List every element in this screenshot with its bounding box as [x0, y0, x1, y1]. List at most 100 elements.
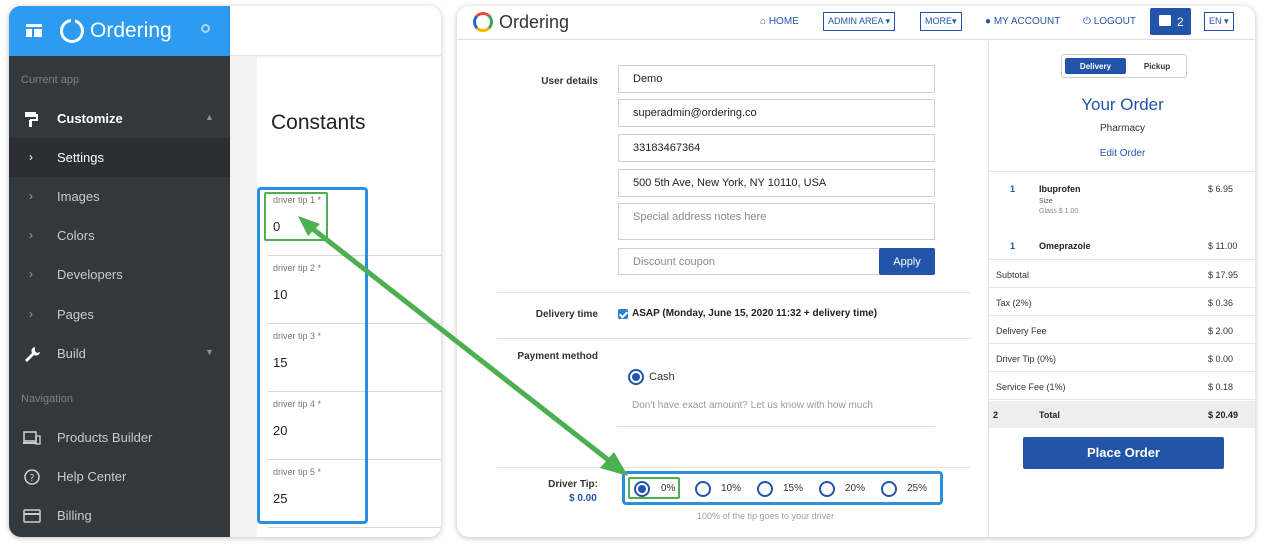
logout-link[interactable]: ⏻ LOGOUT — [1083, 16, 1136, 27]
sidebar-item-images[interactable]: › Images — [9, 177, 230, 216]
admin-area-dropdown[interactable]: ADMIN AREA ▾ — [823, 12, 896, 31]
brand-name[interactable]: Ordering — [499, 12, 569, 33]
more-dropdown[interactable]: MORE▾ — [920, 12, 962, 31]
summary-label: Subtotal — [996, 270, 1030, 280]
phone-input[interactable]: 33183467364 — [618, 134, 935, 162]
caret-down-icon: ▾ — [952, 16, 957, 26]
sidebar-brand: Ordering — [90, 19, 172, 42]
pickup-tab[interactable]: Pickup — [1130, 58, 1184, 74]
payment-method-label: Payment method — [517, 351, 598, 362]
sidebar-item-label: Products Builder — [57, 430, 153, 445]
sidebar-item-developers[interactable]: › Developers — [9, 255, 230, 294]
asap-checkbox[interactable] — [618, 309, 628, 319]
checkout-form: User details Demo superadmin@ordering.co… — [457, 41, 987, 537]
constants-topbar — [230, 6, 441, 56]
chevron-right-icon: › — [29, 267, 33, 281]
summary-label: Delivery Fee — [996, 326, 1047, 336]
driver-tip-label: Driver Tip: — [548, 479, 598, 490]
page-title: Constants — [271, 111, 366, 134]
sidebar-item-help-center[interactable]: ? Help Center — [9, 457, 230, 496]
summary-row-subtotal: Subtotal $ 17.95 — [989, 260, 1255, 288]
email-input[interactable]: superadmin@ordering.co — [618, 99, 935, 127]
chevron-right-icon: › — [29, 228, 33, 242]
caret-down-icon: ▾ — [1224, 16, 1229, 26]
admin-area-label: ADMIN AREA — [828, 16, 884, 26]
summary-value: $ 0.00 — [1208, 354, 1234, 364]
divider — [989, 171, 1255, 172]
home-link[interactable]: ⌂ HOME — [760, 16, 799, 27]
menu-grid-icon[interactable] — [26, 24, 42, 37]
chevron-right-icon: › — [29, 307, 33, 321]
constants-gutter — [230, 57, 257, 537]
delivery-time-label: Delivery time — [535, 309, 598, 320]
paint-roller-icon — [25, 112, 38, 127]
summary-label: Tax (2%) — [996, 298, 1032, 308]
item-quantity: 1 — [1010, 184, 1016, 194]
stage: Ordering Current app Customize ▲ › Setti… — [0, 0, 1264, 549]
discount-coupon-input[interactable]: Discount coupon — [618, 248, 880, 275]
sidebar-item-colors[interactable]: › Colors — [9, 216, 230, 255]
address-input[interactable]: 500 5th Ave, New York, NY 10110, USA — [618, 169, 935, 197]
cart-button[interactable]: 2 — [1150, 8, 1191, 35]
divider — [497, 292, 971, 293]
wrench-icon — [25, 347, 40, 362]
home-label: HOME — [768, 16, 799, 27]
my-account-link[interactable]: ● MY ACCOUNT — [985, 16, 1060, 27]
sidebar-item-billing[interactable]: Billing — [9, 496, 230, 535]
user-details-label: User details — [541, 76, 598, 87]
annotation-tip1-highlight — [264, 192, 328, 241]
delivery-tab[interactable]: Delivery — [1065, 58, 1126, 74]
sidebar-item-products-builder[interactable]: Products Builder — [9, 418, 230, 457]
sidebar-item-label: Settings — [57, 150, 104, 165]
sidebar-item-build[interactable]: Build ▼ — [9, 334, 230, 373]
summary-value: $ 0.18 — [1208, 382, 1234, 392]
item-name: Ibuprofen — [1039, 184, 1081, 194]
order-summary: Delivery Pickup Your Order Pharmacy Edit… — [988, 41, 1255, 537]
divider — [497, 467, 971, 468]
sidebar: Ordering Current app Customize ▲ › Setti… — [9, 6, 230, 537]
summary-label: Driver Tip (0%) — [996, 354, 1057, 364]
delivery-time-value: ASAP (Monday, June 15, 2020 11:32 + deli… — [632, 308, 878, 319]
place-order-button[interactable]: Place Order — [1023, 437, 1224, 469]
caret-down-icon: ▾ — [885, 16, 891, 26]
top-navigation: Ordering ⌂ HOME ADMIN AREA ▾ MORE▾ ● MY … — [457, 6, 1255, 40]
address-notes-textarea[interactable]: Special address notes here — [618, 203, 935, 240]
apply-coupon-button[interactable]: Apply — [879, 248, 935, 275]
sidebar-item-label: Pages — [57, 307, 94, 322]
sidebar-item-label: Help Center — [57, 469, 127, 484]
store-name: Pharmacy — [1099, 123, 1145, 134]
status-dot-icon — [201, 24, 210, 33]
sidebar-item-label: Billing — [57, 508, 92, 523]
cash-label: Cash — [649, 371, 675, 383]
item-price: $ 11.00 — [1208, 241, 1238, 251]
sidebar-item-pages[interactable]: › Pages — [9, 295, 230, 334]
home-icon: ⌂ — [760, 16, 767, 27]
summary-row-delivery-fee: Delivery Fee $ 2.00 — [989, 316, 1255, 344]
summary-row-total: 2 Total $ 20.49 — [989, 401, 1255, 428]
chevron-down-icon: ▼ — [205, 347, 214, 357]
edit-order-link[interactable]: Edit Order — [989, 148, 1255, 159]
logout-label: LOGOUT — [1093, 16, 1136, 27]
language-dropdown[interactable]: EN ▾ — [1204, 12, 1234, 31]
total-value: $ 20.49 — [1208, 410, 1239, 420]
svg-text:?: ? — [29, 473, 34, 484]
sidebar-item-settings[interactable]: › Settings — [9, 138, 230, 177]
name-input[interactable]: Demo — [618, 65, 935, 93]
item-option: Glass $ 1.00 — [1039, 208, 1079, 215]
item-quantity: 1 — [1010, 241, 1016, 251]
chevron-up-icon: ▲ — [205, 112, 214, 122]
cash-radio[interactable] — [628, 369, 644, 385]
admin-panel: Ordering Current app Customize ▲ › Setti… — [9, 6, 441, 537]
summary-value: $ 17.95 — [1208, 270, 1239, 280]
sidebar-item-label: Build — [57, 346, 86, 361]
sidebar-item-label: Images — [57, 189, 100, 204]
shopping-bag-icon — [1159, 15, 1171, 26]
chevron-right-icon: › — [29, 189, 33, 203]
more-label: MORE — [925, 16, 952, 26]
sidebar-item-customize[interactable]: Customize ▲ — [9, 99, 230, 138]
tip-note: 100% of the tip goes to your driver — [697, 511, 835, 521]
ordering-logo-icon — [473, 12, 493, 32]
sidebar-item-label: Customize — [57, 111, 123, 126]
order-type-toggle: Delivery Pickup — [1061, 54, 1187, 78]
sidebar-item-label: Colors — [57, 228, 95, 243]
